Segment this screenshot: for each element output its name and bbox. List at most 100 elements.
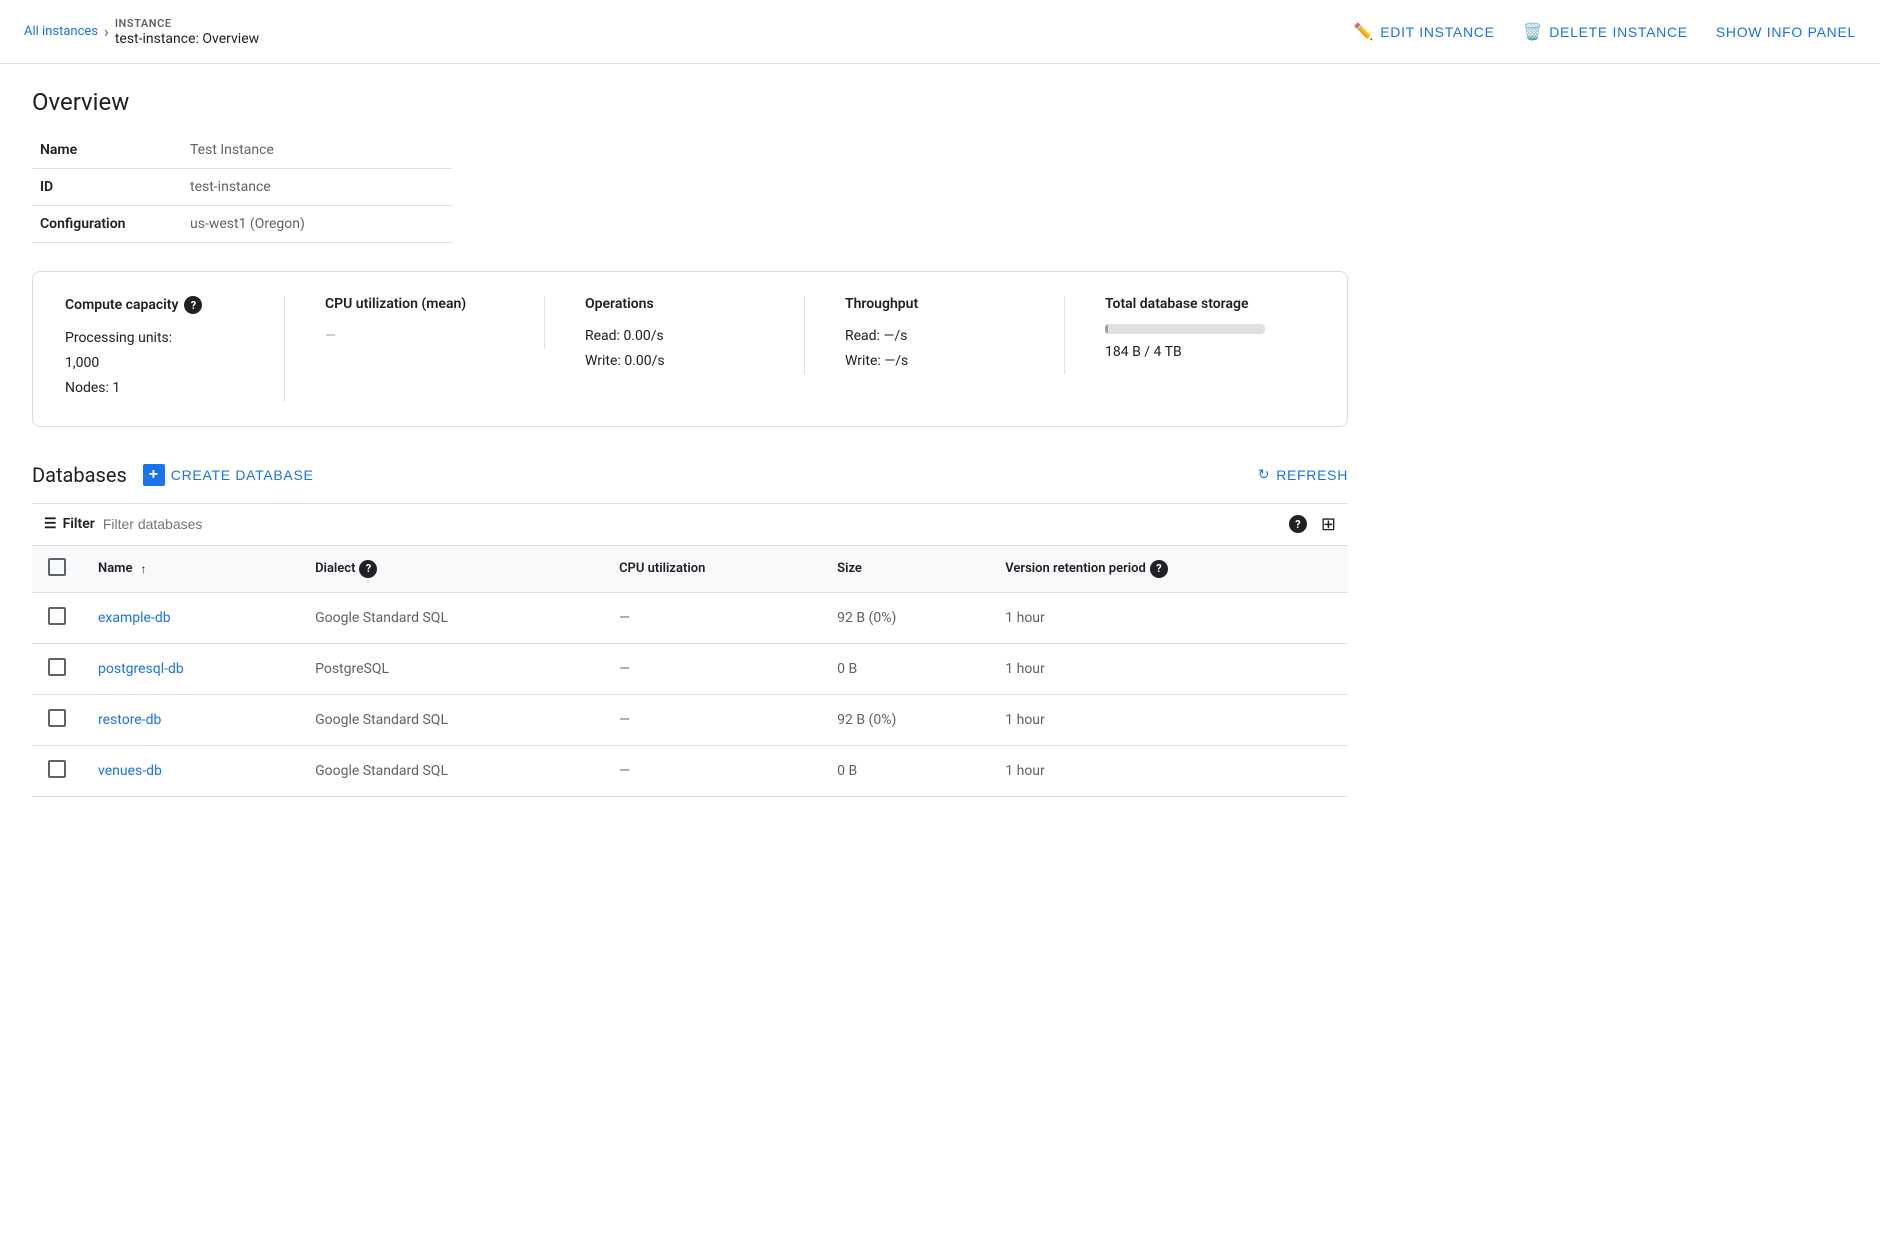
filter-left: ☰ Filter — [44, 516, 303, 532]
storage-bar — [1105, 324, 1265, 334]
storage-bar-fill — [1105, 324, 1108, 334]
db-name-cell[interactable]: restore-db — [82, 694, 299, 745]
db-cpu-cell: — — [603, 745, 821, 796]
create-database-button[interactable]: + CREATE DATABASE — [143, 464, 314, 486]
compute-capacity-title: Compute capacity ? — [65, 296, 244, 314]
db-cpu-cell: — — [603, 592, 821, 643]
compute-help-icon[interactable]: ? — [184, 296, 202, 314]
db-retention-cell: 1 hour — [989, 694, 1348, 745]
db-cpu-cell: — — [603, 643, 821, 694]
dialect-help-icon[interactable]: ? — [359, 560, 377, 578]
row-checkbox[interactable] — [48, 760, 66, 778]
name-column-header[interactable]: Name ↑ — [82, 546, 299, 593]
operations-value: Read: 0.00/s Write: 0.00/s — [585, 324, 764, 374]
filter-label-area: ☰ Filter — [44, 516, 95, 532]
select-all-checkbox[interactable] — [48, 558, 66, 576]
db-size-cell: 0 B — [821, 745, 989, 796]
db-retention-cell: 1 hour — [989, 643, 1348, 694]
info-value: Test Instance — [182, 132, 452, 169]
overview-info-table: NameTest InstanceIDtest-instanceConfigur… — [32, 132, 452, 243]
operations-title: Operations — [585, 296, 764, 312]
info-table-row: NameTest Instance — [32, 132, 452, 169]
filter-icon: ☰ — [44, 516, 57, 532]
db-dialect-cell: Google Standard SQL — [299, 745, 603, 796]
info-label: ID — [32, 169, 182, 206]
refresh-button[interactable]: ↻ REFRESH — [1258, 466, 1348, 483]
delete-icon: 🗑️ — [1523, 22, 1544, 42]
table-body: example-db Google Standard SQL — 92 B (0… — [32, 592, 1348, 796]
databases-table: Name ↑ Dialect ? CPU utilization — [32, 546, 1348, 797]
storage-title: Total database storage — [1105, 296, 1325, 312]
info-table-row: IDtest-instance — [32, 169, 452, 206]
db-dialect-cell: PostgreSQL — [299, 643, 603, 694]
info-table-row: Configurationus-west1 (Oregon) — [32, 206, 452, 243]
databases-header: Databases + CREATE DATABASE ↻ REFRESH — [32, 463, 1348, 487]
row-checkbox[interactable] — [48, 658, 66, 676]
db-name-cell[interactable]: venues-db — [82, 745, 299, 796]
filter-help-icon[interactable]: ? — [1289, 515, 1307, 533]
instance-name: test-instance: Overview — [115, 31, 259, 47]
databases-title: Databases — [32, 463, 127, 487]
info-value: us-west1 (Oregon) — [182, 206, 452, 243]
row-checkbox-cell — [32, 592, 82, 643]
cpu-utilization-value: — — [325, 324, 504, 349]
delete-instance-button[interactable]: 🗑️ DELETE INSTANCE — [1523, 22, 1688, 42]
retention-help-icon[interactable]: ? — [1150, 560, 1168, 578]
size-column-header[interactable]: Size — [821, 546, 989, 593]
all-instances-link[interactable]: All instances — [24, 24, 98, 39]
select-all-header — [32, 546, 82, 593]
cpu-utilization-section: CPU utilization (mean) — — [325, 296, 545, 349]
row-checkbox-cell — [32, 643, 82, 694]
db-cpu-cell: — — [603, 694, 821, 745]
storage-section: Total database storage 184 B / 4 TB — [1105, 296, 1325, 365]
databases-title-area: Databases + CREATE DATABASE — [32, 463, 314, 487]
table-header: Name ↑ Dialect ? CPU utilization — [32, 546, 1348, 593]
filter-input[interactable] — [103, 516, 303, 532]
name-sort-icon: ↑ — [140, 562, 146, 576]
db-size-cell: 92 B (0%) — [821, 694, 989, 745]
compute-capacity-section: Compute capacity ? Processing units: 1,0… — [65, 296, 285, 402]
db-size-cell: 0 B — [821, 643, 989, 694]
db-retention-cell: 1 hour — [989, 592, 1348, 643]
cpu-column-header[interactable]: CPU utilization — [603, 546, 821, 593]
db-dialect-cell: Google Standard SQL — [299, 592, 603, 643]
retention-column-header[interactable]: Version retention period ? — [989, 546, 1348, 593]
db-dialect-cell: Google Standard SQL — [299, 694, 603, 745]
instance-label: INSTANCE — [115, 17, 259, 30]
db-name-cell[interactable]: example-db — [82, 592, 299, 643]
refresh-icon: ↻ — [1258, 466, 1270, 483]
row-checkbox[interactable] — [48, 709, 66, 727]
info-label: Name — [32, 132, 182, 169]
db-retention-cell: 1 hour — [989, 745, 1348, 796]
row-checkbox-cell — [32, 694, 82, 745]
throughput-section: Throughput Read: —/s Write: —/s — [845, 296, 1065, 374]
table-header-row: Name ↑ Dialect ? CPU utilization — [32, 546, 1348, 593]
breadcrumb-instance-block: INSTANCE test-instance: Overview — [115, 17, 259, 47]
db-name-cell[interactable]: postgresql-db — [82, 643, 299, 694]
info-label: Configuration — [32, 206, 182, 243]
cpu-utilization-title: CPU utilization (mean) — [325, 296, 504, 312]
compute-capacity-value: Processing units: 1,000 Nodes: 1 — [65, 326, 244, 402]
breadcrumb: All instances › INSTANCE test-instance: … — [24, 17, 259, 47]
info-value: test-instance — [182, 169, 452, 206]
storage-value: 184 B / 4 TB — [1105, 340, 1325, 365]
plus-icon: + — [143, 464, 165, 486]
edit-icon: ✏️ — [1354, 22, 1375, 42]
dialect-column-header[interactable]: Dialect ? — [299, 546, 603, 593]
edit-instance-button[interactable]: ✏️ EDIT INSTANCE — [1354, 22, 1495, 42]
breadcrumb-chevron: › — [104, 22, 109, 41]
filter-bar: ☰ Filter ? ⊞ — [32, 503, 1348, 546]
overview-title: Overview — [32, 88, 1348, 116]
show-info-panel-button[interactable]: SHOW INFO PANEL — [1716, 24, 1856, 40]
filter-right: ? ⊞ — [1289, 514, 1336, 535]
table-row: example-db Google Standard SQL — 92 B (0… — [32, 592, 1348, 643]
table-row: venues-db Google Standard SQL — 0 B 1 ho… — [32, 745, 1348, 796]
table-row: postgresql-db PostgreSQL — 0 B 1 hour — [32, 643, 1348, 694]
table-row: restore-db Google Standard SQL — 92 B (0… — [32, 694, 1348, 745]
row-checkbox[interactable] — [48, 607, 66, 625]
top-actions: ✏️ EDIT INSTANCE 🗑️ DELETE INSTANCE SHOW… — [1354, 22, 1856, 42]
columns-icon[interactable]: ⊞ — [1321, 514, 1336, 535]
top-bar: All instances › INSTANCE test-instance: … — [0, 0, 1880, 64]
metrics-card: Compute capacity ? Processing units: 1,0… — [32, 271, 1348, 427]
throughput-title: Throughput — [845, 296, 1024, 312]
